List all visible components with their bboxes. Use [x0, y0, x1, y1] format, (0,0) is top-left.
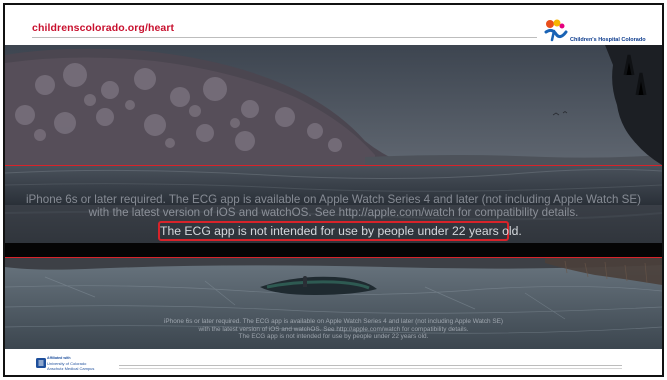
- caption-line: with the latest version of iOS and watch…: [198, 325, 469, 333]
- video-caption-top: iPhone 6s or later required. The ECG app…: [5, 193, 662, 220]
- header-divider: [32, 37, 537, 38]
- cu-anschutz-logo: Affiliated with University of Colorado A…: [36, 356, 116, 374]
- url-link[interactable]: childrenscolorado.org/heart: [32, 22, 174, 34]
- age-warning-text: The ECG app is not intended for use by p…: [160, 224, 522, 238]
- black-band: [5, 243, 662, 257]
- university-line-2: Anschutz Medical Campus: [47, 365, 95, 371]
- caption-line: iPhone 6s or later required. The ECG app…: [163, 318, 503, 325]
- caption-line: The ECG app is not intended for use by p…: [238, 333, 429, 341]
- slide-header: childrenscolorado.org/heart Children's H…: [5, 5, 662, 45]
- university-name: University of Colorado Anschutz Medical …: [47, 361, 95, 371]
- age-warning-highlight: The ECG app is not intended for use by p…: [158, 221, 522, 241]
- cu-anschutz-logo-icon: [36, 358, 46, 368]
- childrens-hospital-colorado-logo-icon: [544, 19, 568, 42]
- slide-frame: childrenscolorado.org/heart Children's H…: [3, 3, 664, 377]
- video-caption-bottom: iPhone 6s or later required. The ECG app…: [5, 318, 662, 341]
- slide-footer: Affiliated with University of Colorado A…: [5, 349, 662, 375]
- caption-line: with the latest version of iOS and watch…: [88, 206, 579, 220]
- footer-divider: [119, 368, 622, 369]
- caption-line: iPhone 6s or later required. The ECG app…: [25, 193, 642, 206]
- footer-divider: [119, 365, 622, 366]
- logo-text: Children's Hospital Colorado: [570, 37, 646, 43]
- highlight-rule-bottom: [5, 257, 662, 258]
- affiliation-label: Affiliated with: [47, 356, 71, 360]
- highlight-rule-top: [5, 165, 662, 166]
- childrens-hospital-logo: Children's Hospital Colorado: [540, 18, 662, 46]
